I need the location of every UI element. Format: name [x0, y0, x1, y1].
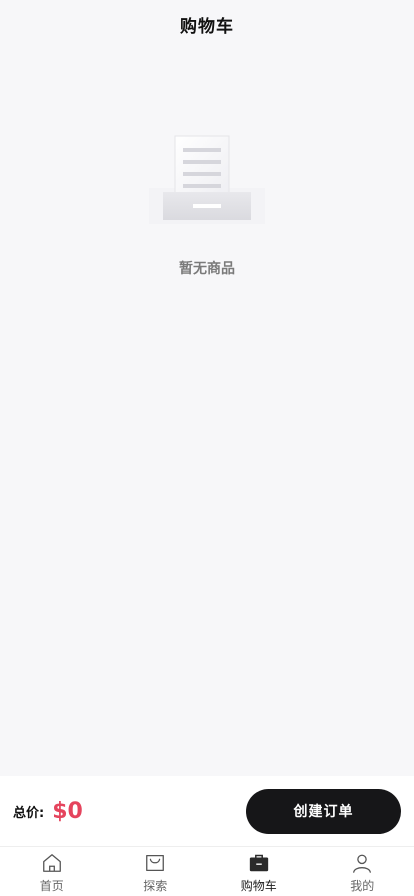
home-icon	[42, 854, 61, 872]
empty-message: 暂无商品	[179, 261, 235, 277]
tab-label: 我的	[350, 879, 375, 893]
total-label: 总价:	[13, 805, 45, 821]
tab-label: 购物车	[240, 879, 277, 893]
shopping-bag-icon	[146, 855, 165, 871]
top-bar: 购物车	[0, 0, 414, 48]
briefcase-icon	[249, 854, 268, 872]
checkout-bar: 总价: $0 创建订单	[0, 776, 414, 846]
cart-screen: 购物车 暂无商品 总价: $0 创建订单 首页 探索 购物车 我的	[0, 0, 414, 896]
user-icon	[353, 854, 372, 873]
tab-cart[interactable]: 购物车	[207, 847, 311, 896]
bottom-tab-bar: 首页 探索 购物车 我的	[0, 846, 414, 896]
tab-label: 探索	[143, 879, 168, 893]
tab-home[interactable]: 首页	[0, 847, 104, 896]
tab-explore[interactable]: 探索	[104, 847, 208, 896]
empty-state: 暂无商品	[0, 128, 414, 278]
tab-me[interactable]: 我的	[311, 847, 414, 896]
page-title: 购物车	[180, 16, 234, 37]
create-order-button[interactable]: 创建订单	[246, 788, 401, 834]
empty-tray-document-icon	[149, 135, 265, 224]
total-price: 总价: $0	[13, 799, 83, 824]
tab-label: 首页	[39, 879, 64, 893]
total-value: $0	[52, 798, 83, 824]
